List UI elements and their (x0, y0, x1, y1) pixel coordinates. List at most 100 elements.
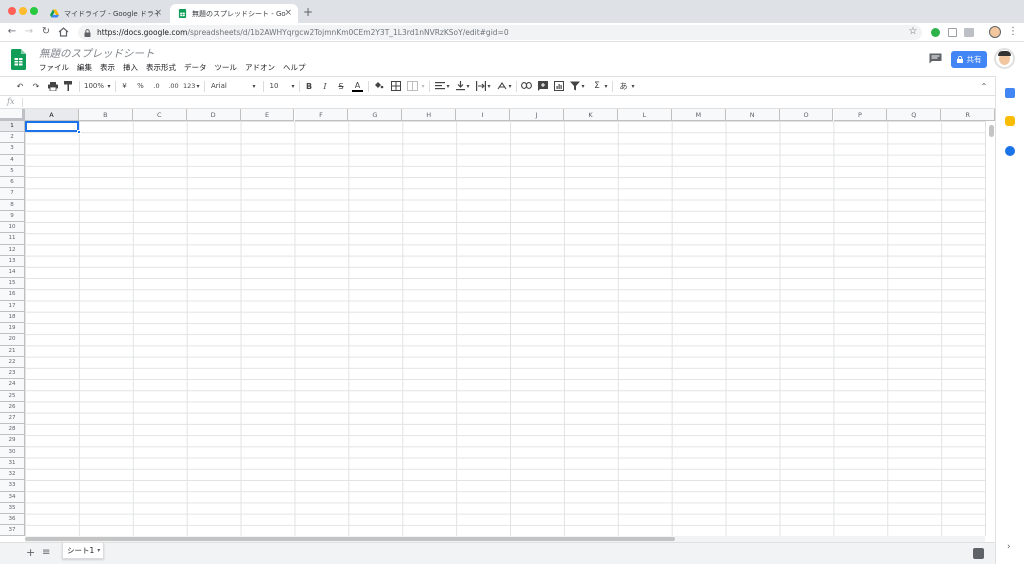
vertical-align-icon[interactable] (456, 81, 465, 91)
sheet-tab[interactable]: シート1 ▾ (62, 543, 104, 559)
row-header[interactable]: 19 (0, 323, 25, 335)
column-header[interactable]: D (186, 109, 241, 121)
redo-icon[interactable]: ↷ (30, 80, 42, 93)
row-header[interactable]: 3 (0, 143, 25, 155)
row-header[interactable]: 34 (0, 491, 25, 503)
zoom-select[interactable]: 100% (84, 80, 104, 93)
column-header[interactable]: G (348, 109, 403, 121)
active-cell-a1[interactable] (25, 121, 79, 132)
row-header[interactable]: 4 (0, 154, 25, 166)
menu-view[interactable]: 表示 (100, 62, 115, 73)
column-header[interactable]: I (456, 109, 511, 121)
text-rotation-icon[interactable] (497, 81, 507, 91)
keep-icon[interactable] (1005, 116, 1015, 126)
column-header[interactable]: H (402, 109, 457, 121)
row-header[interactable]: 35 (0, 502, 25, 515)
document-title[interactable]: 無題のスプレッドシート (39, 46, 155, 61)
insert-chart-icon[interactable] (554, 81, 564, 91)
maximize-window-button[interactable] (30, 7, 38, 15)
row-header[interactable]: 12 (0, 244, 25, 256)
close-window-button[interactable] (8, 7, 16, 15)
more-formats-button[interactable]: 123 (183, 80, 195, 93)
functions-button[interactable]: Σ (592, 80, 602, 93)
vertical-scrollbar[interactable] (985, 121, 995, 536)
menu-addons[interactable]: アドオン (245, 62, 275, 73)
close-tab-icon[interactable]: × (154, 8, 162, 18)
row-header[interactable]: 1 (0, 121, 25, 133)
cell-area[interactable] (25, 121, 985, 536)
row-header[interactable]: 31 (0, 457, 25, 470)
column-header[interactable]: K (564, 109, 618, 121)
column-header[interactable]: P (833, 109, 888, 121)
select-all-corner[interactable] (0, 109, 25, 121)
new-tab-button[interactable]: + (303, 5, 313, 19)
comment-history-icon[interactable] (929, 53, 942, 64)
column-header[interactable]: O (779, 109, 834, 121)
account-avatar[interactable] (994, 48, 1015, 69)
menu-edit[interactable]: 編集 (77, 62, 92, 73)
input-tools-button[interactable]: あ (618, 80, 629, 93)
menu-file[interactable]: ファイル (39, 62, 69, 73)
row-header[interactable]: 28 (0, 424, 25, 436)
column-header[interactable]: J (510, 109, 564, 121)
row-header[interactable]: 5 (0, 165, 25, 178)
print-icon[interactable] (48, 82, 58, 91)
fill-color-icon[interactable] (374, 81, 384, 91)
percent-format-button[interactable]: % (136, 80, 145, 93)
increase-decimal-button[interactable]: .00 (167, 80, 180, 93)
row-header[interactable]: 17 (0, 300, 25, 312)
share-button[interactable]: 共有 (951, 51, 987, 68)
insert-comment-icon[interactable] (538, 81, 548, 91)
google-sheets-logo[interactable] (11, 49, 26, 70)
calendar-icon[interactable] (1005, 88, 1015, 98)
address-bar[interactable]: https://docs.google.com/spreadsheets/d/1… (78, 25, 922, 40)
menu-help[interactable]: ヘルプ (283, 62, 306, 73)
row-header[interactable]: 27 (0, 412, 25, 425)
column-header[interactable]: R (941, 109, 995, 121)
browser-tab-sheets[interactable]: 無題のスプレッドシート - Google × (170, 4, 298, 23)
bold-button[interactable]: B (304, 80, 314, 93)
row-header[interactable]: 30 (0, 446, 25, 458)
column-header[interactable]: C (132, 109, 187, 121)
column-header[interactable]: M (671, 109, 726, 121)
row-header[interactable]: 24 (0, 379, 25, 391)
row-header[interactable]: 6 (0, 177, 25, 189)
insert-link-icon[interactable] (521, 82, 532, 89)
fill-handle[interactable] (77, 130, 81, 134)
expand-side-panel-icon[interactable]: › (1007, 542, 1011, 552)
text-color-button[interactable]: A (352, 80, 363, 92)
vertical-scroll-thumb[interactable] (989, 125, 994, 137)
home-icon[interactable] (58, 27, 69, 37)
merge-cells-icon[interactable] (407, 81, 418, 91)
filter-icon[interactable] (570, 81, 580, 91)
column-header[interactable]: Q (887, 109, 942, 121)
row-header[interactable]: 8 (0, 199, 25, 211)
column-header[interactable]: F (294, 109, 349, 121)
row-header[interactable]: 22 (0, 356, 25, 369)
row-header[interactable]: 15 (0, 278, 25, 290)
explore-button[interactable] (973, 548, 984, 559)
row-header[interactable]: 10 (0, 222, 25, 234)
row-header[interactable]: 7 (0, 188, 25, 200)
extension-icon[interactable] (948, 28, 957, 37)
row-header[interactable]: 21 (0, 345, 25, 357)
bookmark-star-icon[interactable]: ☆ (907, 26, 919, 37)
row-header[interactable]: 16 (0, 289, 25, 301)
row-header[interactable]: 36 (0, 514, 25, 526)
column-header[interactable]: E (240, 109, 295, 121)
tasks-icon[interactable] (1005, 146, 1015, 156)
collapse-toolbar-icon[interactable]: ⌃ (979, 80, 989, 93)
row-header[interactable]: 32 (0, 469, 25, 481)
borders-icon[interactable] (391, 81, 401, 91)
italic-button[interactable]: I (320, 80, 330, 93)
row-header[interactable]: 26 (0, 401, 25, 413)
minimize-window-button[interactable] (19, 7, 27, 15)
column-header[interactable]: N (725, 109, 780, 121)
horizontal-scroll-thumb[interactable] (25, 537, 675, 541)
add-sheet-button[interactable]: + (26, 546, 35, 559)
undo-icon[interactable]: ↶ (14, 80, 26, 93)
browser-profile-avatar[interactable] (989, 26, 1001, 38)
forward-arrow-icon[interactable]: → (23, 26, 35, 37)
font-family-select[interactable]: Arial (211, 80, 231, 93)
browser-menu-icon[interactable]: ⋮ (1007, 26, 1019, 37)
